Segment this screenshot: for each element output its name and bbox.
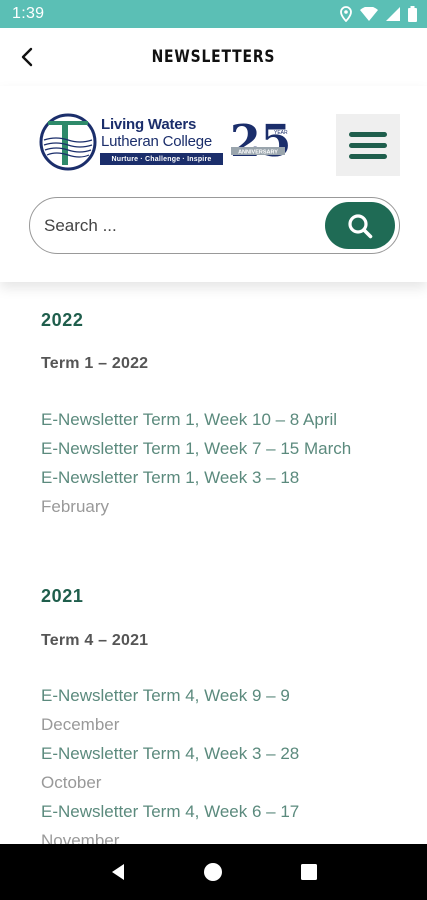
nav-home-icon[interactable] (203, 862, 223, 882)
newsletter-list: 2022 Term 1 – 2022 E-Newsletter Term 1, … (0, 282, 427, 844)
newsletter-link[interactable]: E-Newsletter Term 1, Week 7 – 15 March (41, 434, 401, 463)
search-button[interactable] (325, 202, 395, 249)
nav-back-icon[interactable] (108, 862, 128, 882)
logo-emblem-icon (39, 113, 97, 171)
status-icons (340, 6, 417, 22)
newsletter-link[interactable]: E-Newsletter Term 4, Week 3 – 28 (41, 739, 401, 768)
newsletter-link[interactable]: E-Newsletter Term 4, Week 6 – 17 (41, 797, 401, 826)
anniversary-25-icon: 25 YEAR ANNIVERSARY (230, 116, 290, 167)
system-nav-bar (0, 844, 427, 900)
year-heading-2022: 2022 (41, 310, 84, 330)
battery-icon (408, 6, 417, 22)
back-arrow-icon[interactable] (16, 45, 40, 69)
signal-icon (386, 7, 400, 21)
year-heading-2021: 2021 (41, 586, 84, 606)
logo-line2: Lutheran College (101, 133, 213, 150)
logo-tagline: Nurture · Challenge · Inspire (100, 153, 223, 165)
status-time: 1:39 (12, 5, 45, 22)
hamburger-menu-button[interactable] (336, 114, 400, 176)
newsletter-link[interactable]: E-Newsletter Term 1, Week 3 – 18 (41, 463, 401, 492)
logo-line1: Living Waters (101, 116, 197, 133)
menu-bar (349, 153, 387, 159)
search-icon (348, 213, 373, 238)
newsletter-link[interactable]: E-Newsletter Term 4, Week 9 – 9 (41, 681, 401, 710)
newsletter-link[interactable]: E-Newsletter Term 1, Week 10 – 8 April (41, 405, 401, 434)
search-box (29, 197, 400, 254)
location-icon (340, 6, 352, 22)
term-heading: Term 1 – 2022 (41, 355, 149, 372)
anniversary-year: YEAR (274, 130, 288, 136)
wifi-icon (360, 7, 378, 21)
newsletter-link-continued[interactable]: November (41, 826, 401, 844)
menu-bar (349, 142, 387, 148)
newsletter-link-continued[interactable]: October (41, 768, 401, 797)
hamburger-menu-icon (349, 131, 387, 137)
term-heading: Term 4 – 2021 (41, 632, 149, 649)
nav-recents-icon[interactable] (299, 862, 319, 882)
site-header: Living Waters Lutheran College Nurture ·… (0, 86, 427, 282)
page-title: NEWSLETTERS (151, 47, 276, 67)
college-logo[interactable]: Living Waters Lutheran College Nurture ·… (38, 112, 290, 174)
newsletter-link-continued[interactable]: December (41, 710, 401, 739)
newsletter-link-continued[interactable]: February (41, 492, 401, 521)
status-bar: 1:39 (0, 0, 427, 28)
anniversary-number: 25 (230, 116, 290, 167)
anniversary-ribbon: ANNIVERSARY (238, 150, 278, 156)
search-input[interactable] (44, 208, 314, 244)
app-bar: NEWSLETTERS (0, 28, 427, 86)
